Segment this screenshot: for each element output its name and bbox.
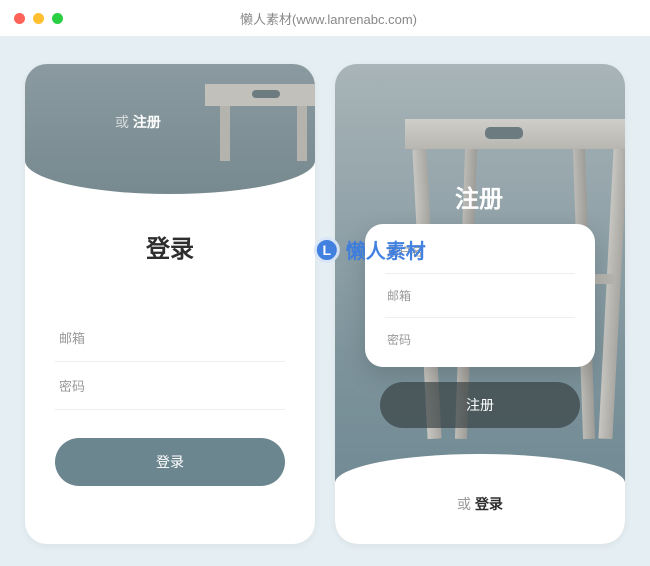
stool-image-icon xyxy=(195,64,315,159)
login-card: 或 注册 登录 邮箱 密码 登录 xyxy=(25,64,315,544)
watermark-text: 懒人素材 xyxy=(346,235,426,264)
login-form: 邮箱 密码 xyxy=(25,284,315,410)
password-field[interactable]: 密码 xyxy=(55,362,285,410)
minimize-dot[interactable] xyxy=(33,13,44,24)
email-field[interactable]: 邮箱 xyxy=(385,274,575,318)
switch-to-login-link[interactable]: 或 登录 xyxy=(335,494,625,514)
password-field[interactable]: 密码 xyxy=(385,318,575,361)
browser-title: 懒人素材(www.lanrenabc.com) xyxy=(71,9,586,28)
stage: 或 注册 登录 邮箱 密码 登录 注册 用户名 邮箱 密码 注册 或 登录 xyxy=(0,36,650,566)
login-header: 或 注册 xyxy=(25,64,315,194)
login-button[interactable]: 登录 xyxy=(55,438,285,486)
register-link-label: 注册 xyxy=(133,114,161,130)
register-title: 注册 xyxy=(455,179,503,214)
login-title: 登录 xyxy=(25,229,315,264)
login-link-label: 登录 xyxy=(475,496,503,512)
close-dot[interactable] xyxy=(14,13,25,24)
watermark-logo-icon: L xyxy=(314,237,340,263)
switch-to-register-link[interactable]: 或 注册 xyxy=(115,112,161,132)
maximize-dot[interactable] xyxy=(52,13,63,24)
browser-bar: 懒人素材(www.lanrenabc.com) xyxy=(0,0,650,36)
email-field[interactable]: 邮箱 xyxy=(55,314,285,362)
register-button[interactable]: 注册 xyxy=(380,382,580,428)
or-text: 或 xyxy=(457,496,475,512)
register-card: 注册 用户名 邮箱 密码 注册 或 登录 xyxy=(335,64,625,544)
watermark: L 懒人素材 xyxy=(314,235,426,264)
or-text: 或 xyxy=(115,114,133,130)
